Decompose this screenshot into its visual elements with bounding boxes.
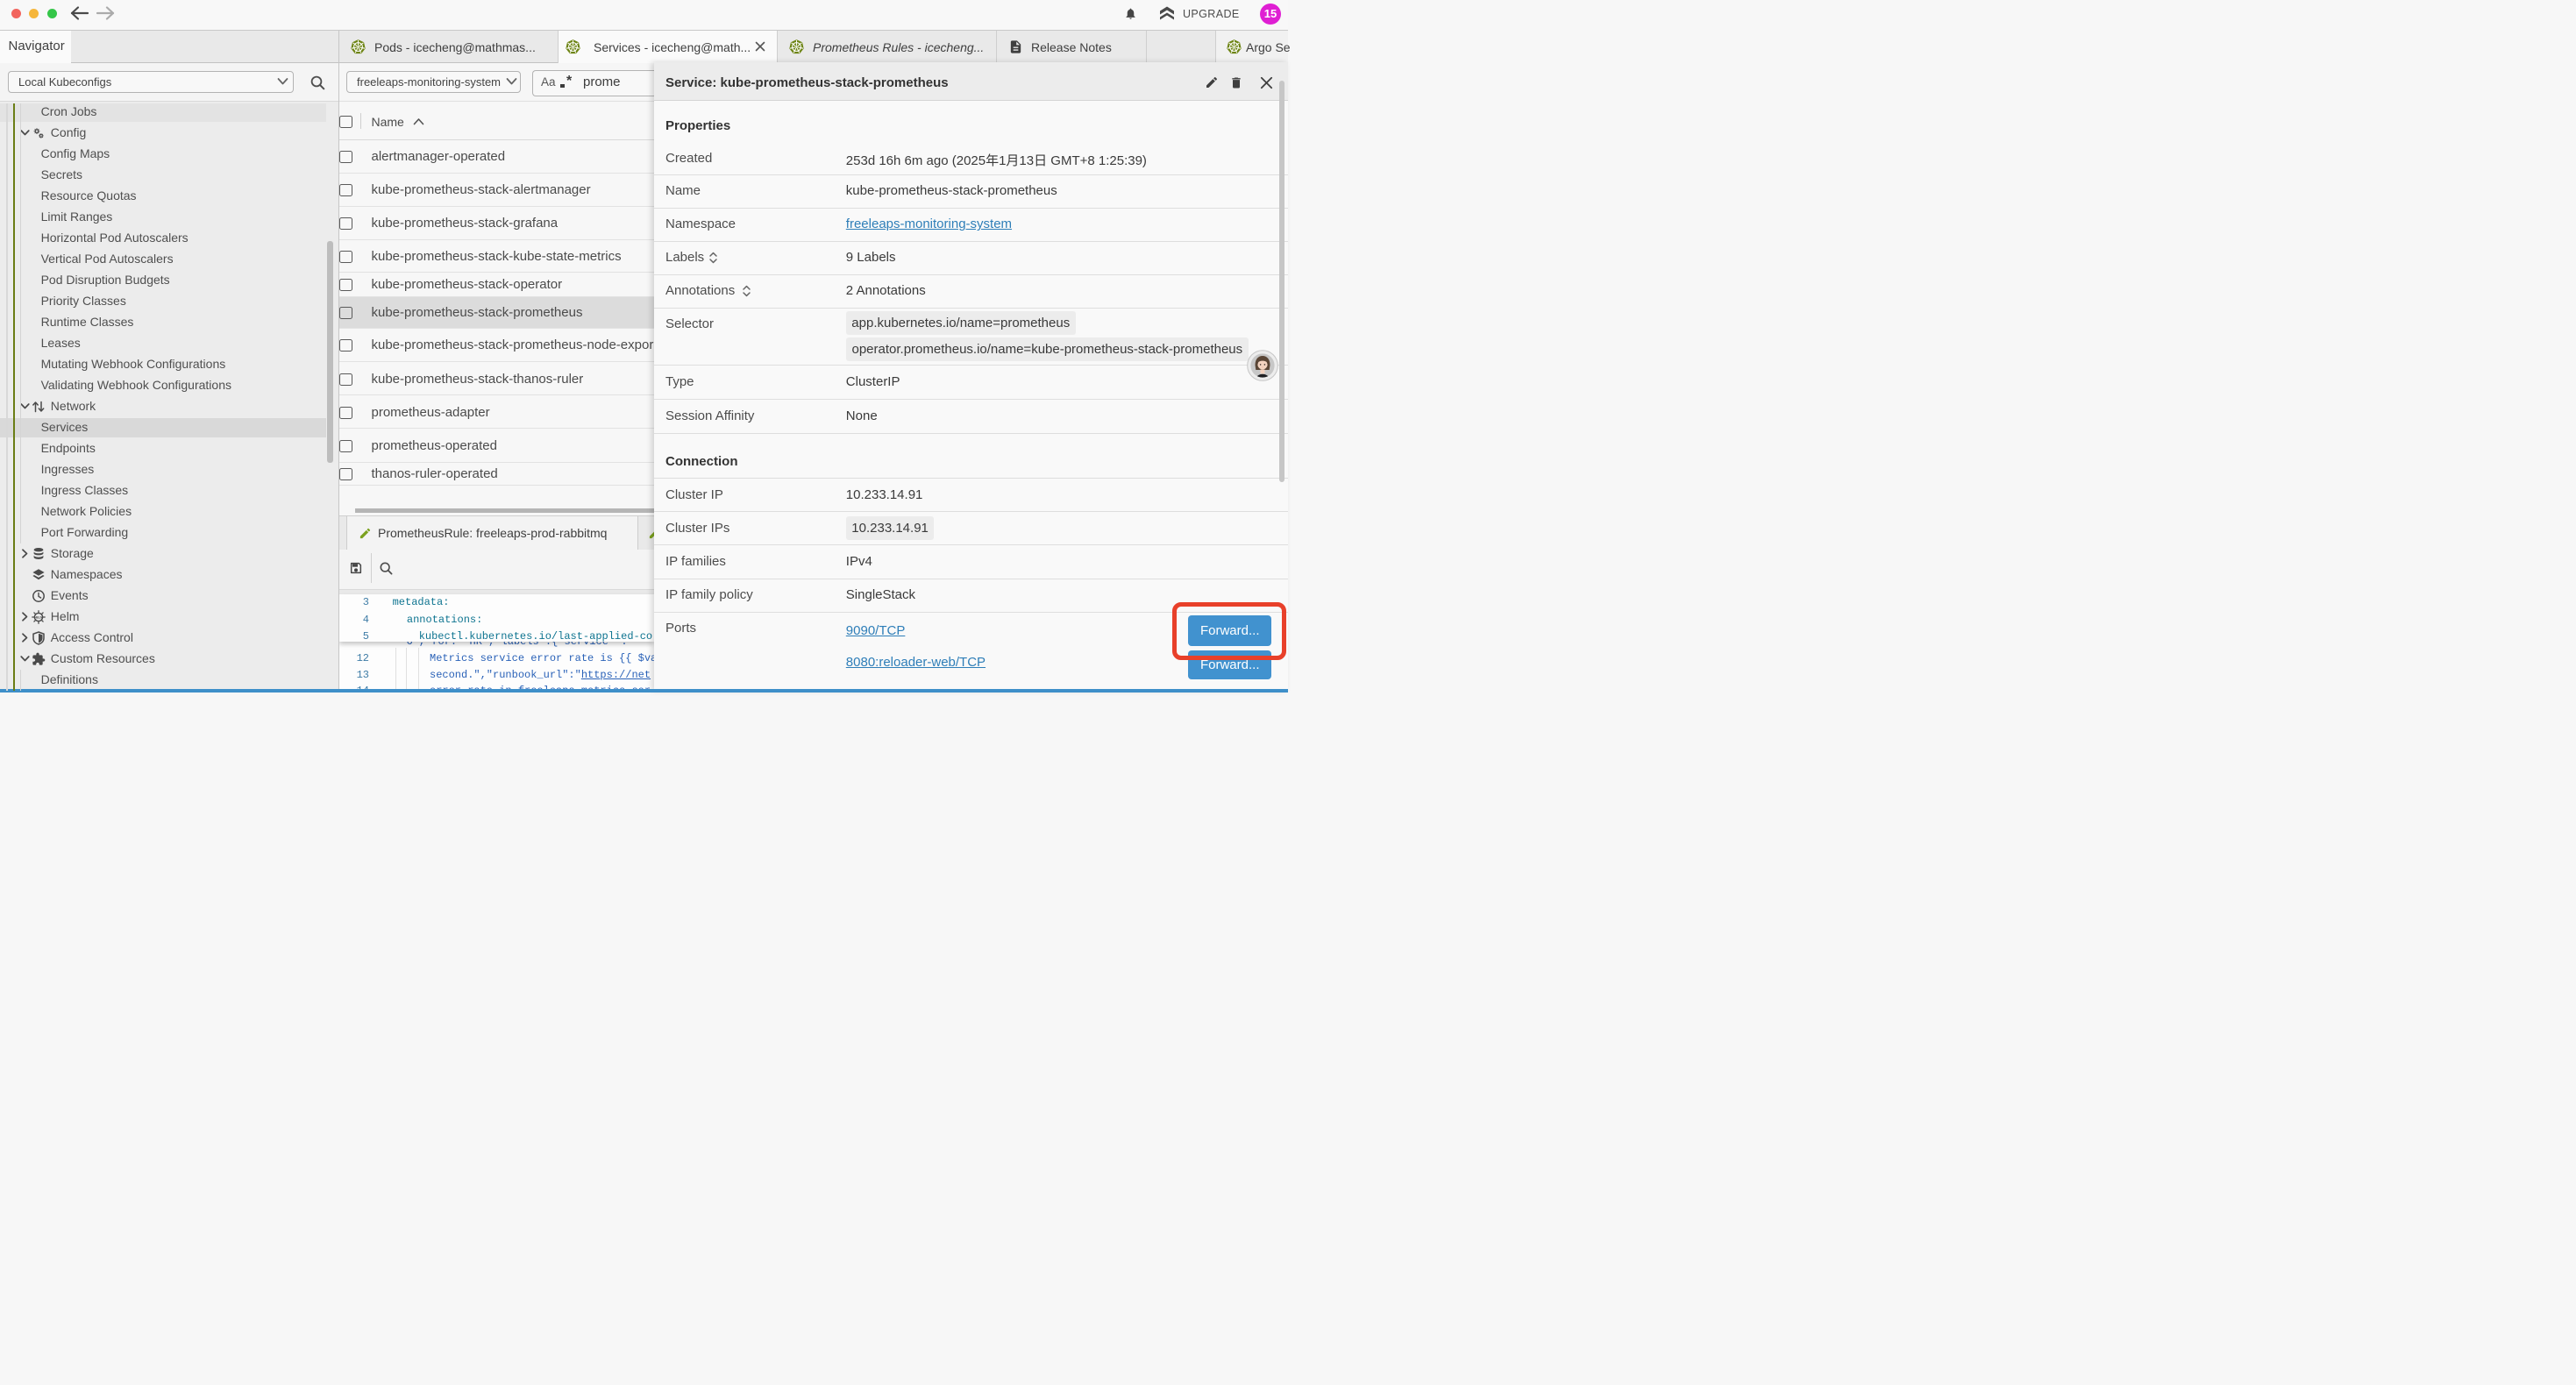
svg-text:HELM: HELM — [34, 615, 43, 619]
